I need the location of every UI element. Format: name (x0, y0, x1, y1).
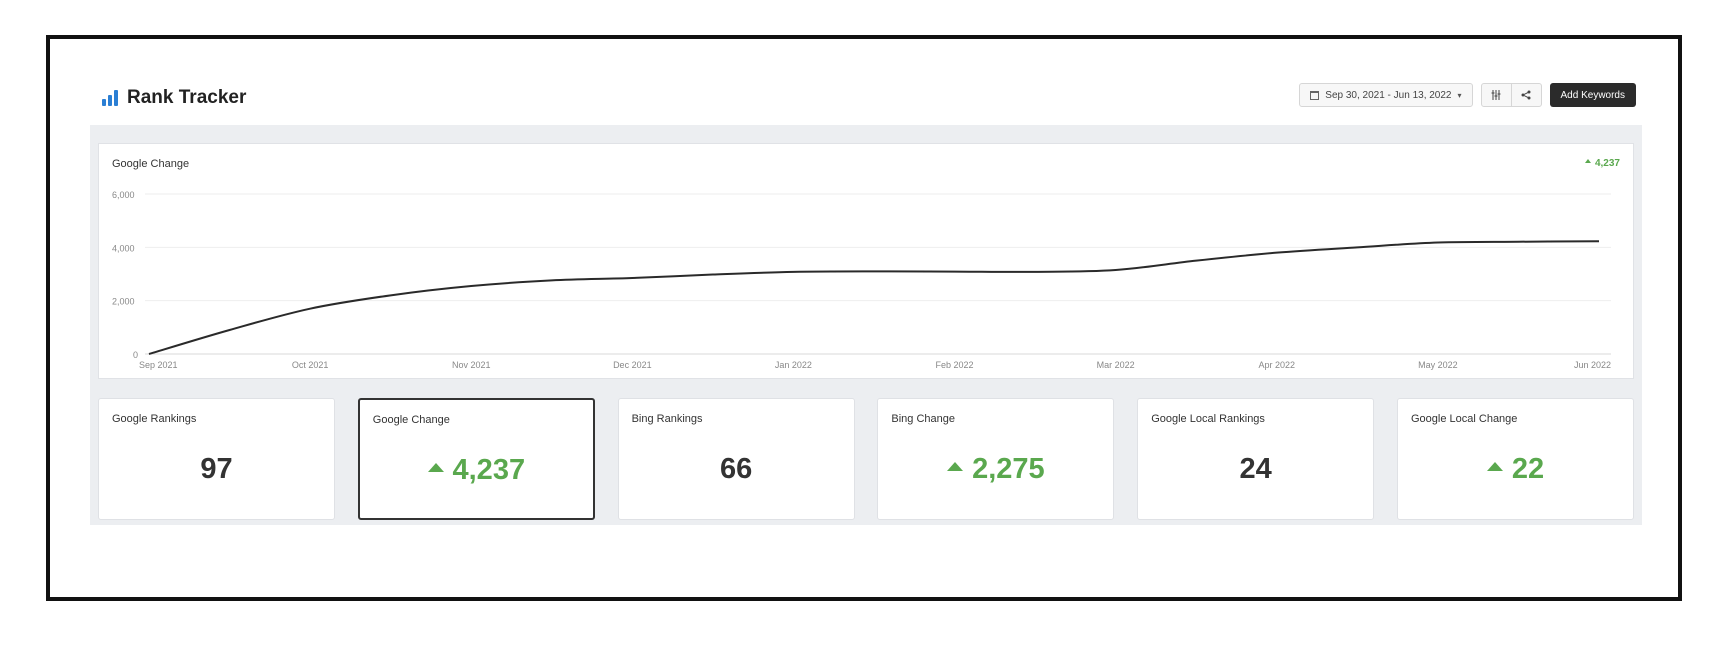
metric-tile[interactable]: Google Local Rankings 24 (1137, 398, 1375, 520)
icon-button-group (1480, 83, 1542, 107)
date-range-label: Sep 30, 2021 - Jun 13, 2022 (1325, 89, 1452, 101)
metric-tile-value: 22 (1398, 453, 1633, 486)
series-line (148, 240, 1600, 355)
metric-tile-number: 22 (1511, 453, 1545, 485)
bar-chart-icon (102, 90, 118, 106)
metric-tile-value: 2,275 (878, 453, 1113, 486)
metric-tile-value: 66 (619, 453, 854, 486)
metric-tile-label: Google Change (372, 414, 450, 426)
line-chart: 0 2,000 4,000 6,000 Sep 2021 Oct 2021 Nov 2021… (112, 190, 1611, 370)
metric-tile-label: Google Rankings (112, 413, 197, 425)
metric-tile-number: 2,275 (972, 453, 1045, 485)
x-tick-label: May 2022 (1418, 360, 1458, 370)
metric-tiles: Google Rankings 97 Google Change 4,237 Bing … (98, 398, 1634, 520)
caret-down-icon: ▾ (1457, 90, 1462, 100)
calendar-icon (1310, 90, 1320, 100)
x-tick-label: Mar 2022 (1097, 360, 1135, 370)
metric-tile-number: 4,237 (452, 454, 526, 486)
metric-tile[interactable]: Google Change 4,237 (357, 398, 595, 520)
add-keywords-button[interactable]: Add Keywords (1549, 83, 1636, 107)
up-triangle-icon (1486, 461, 1503, 471)
up-triangle-icon (427, 462, 444, 472)
page-title: Rank Tracker (127, 87, 247, 108)
x-tick-label: Oct 2021 (292, 360, 329, 370)
header: Rank Tracker Sep 30, 2021 - Jun 13, 2022… (50, 39, 1678, 127)
metric-tile-label: Google Local Rankings (1151, 413, 1265, 425)
y-tick-label: 4,000 (112, 243, 135, 253)
dashboard-panel: Google Change 4,237 0 2,000 4,000 6,000 Sep … (90, 125, 1642, 525)
title-wrap: Rank Tracker (102, 87, 246, 109)
y-tick-label: 6,000 (112, 190, 135, 200)
metric-tile-label: Bing Change (891, 413, 955, 425)
x-tick-label: Nov 2021 (452, 360, 491, 370)
metric-tile-value: 24 (1138, 453, 1373, 486)
x-tick-label: Dec 2021 (613, 360, 652, 370)
metric-tile-label: Bing Rankings (631, 413, 703, 425)
metric-tile[interactable]: Bing Change 2,275 (877, 398, 1115, 520)
up-triangle-icon (947, 461, 964, 471)
metric-tile-value: 4,237 (360, 454, 593, 487)
metric-tile-number: 97 (200, 453, 233, 485)
metric-tile[interactable]: Google Local Change 22 (1397, 398, 1634, 520)
metric-tile-number: 24 (1239, 453, 1272, 485)
app-frame: Rank Tracker Sep 30, 2021 - Jun 13, 2022… (46, 35, 1682, 601)
columns-icon[interactable] (1482, 84, 1511, 106)
date-range-button[interactable]: Sep 30, 2021 - Jun 13, 2022 ▾ (1299, 83, 1473, 107)
metric-tile[interactable]: Google Rankings 97 (98, 398, 335, 520)
metric-tile-value: 97 (99, 453, 334, 486)
x-tick-label: Sep 2021 (139, 360, 178, 370)
toolbar: Sep 30, 2021 - Jun 13, 2022 ▾ Add Keywor… (1299, 83, 1636, 107)
share-icon[interactable] (1510, 84, 1541, 106)
google-change-chart-card: Google Change 4,237 0 2,000 4,000 6,000 Sep … (98, 143, 1634, 379)
metric-tile-number: 66 (719, 453, 753, 485)
x-tick-label: Feb 2022 (936, 360, 974, 370)
y-tick-label: 2,000 (112, 297, 135, 307)
y-tick-label: 0 (133, 350, 138, 360)
x-tick-label: Jun 2022 (1574, 360, 1611, 370)
metric-tile-label: Google Local Change (1411, 413, 1518, 425)
metric-tile[interactable]: Bing Rankings 66 (617, 398, 855, 520)
x-tick-label: Apr 2022 (1259, 360, 1296, 370)
x-tick-label: Jan 2022 (775, 360, 812, 370)
